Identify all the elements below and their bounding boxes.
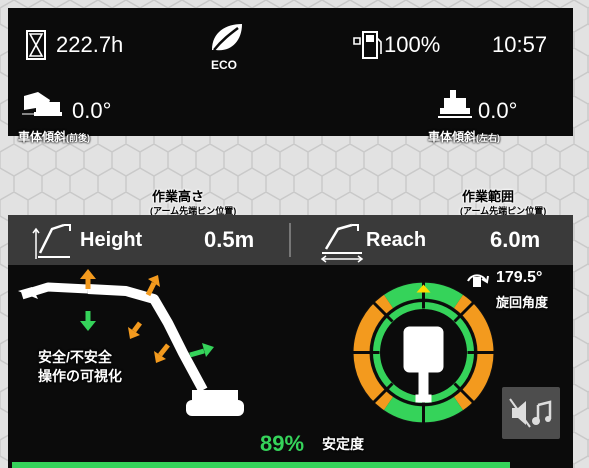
hour-meter: 222.7h xyxy=(56,32,124,57)
stability-gauge xyxy=(351,280,496,425)
work-panel: Height 0.5m Reach 6.0m 179.5° 89% xyxy=(8,215,573,468)
stability-percent: 89% xyxy=(260,431,305,456)
stability-caption: 安定度 xyxy=(322,436,364,452)
reach-label: Reach xyxy=(366,229,427,251)
height-label: Height xyxy=(80,229,143,251)
eco-leaf-icon xyxy=(212,24,242,51)
status-panel: 222.7h ECO 100% 10:57 0.0° 0.0° xyxy=(8,8,573,136)
down-arrow-icon xyxy=(80,311,96,331)
roll-caption-main: 車体傾斜 xyxy=(428,130,477,144)
safety-viz-caption-2: 操作の可視化 xyxy=(38,368,122,384)
right-arrow-icon xyxy=(189,343,214,358)
mute-sound-button[interactable] xyxy=(502,387,560,439)
height-icon xyxy=(32,223,71,259)
reach-icon xyxy=(320,223,364,263)
pitch-value: 0.0° xyxy=(72,98,112,123)
clock: 10:57 xyxy=(492,32,548,57)
roll-caption: 車体傾斜(左右) xyxy=(428,128,500,145)
measure-divider xyxy=(289,223,291,257)
machine-roll-icon xyxy=(438,90,472,118)
stability-bar xyxy=(12,462,510,468)
up-right-arrow-icon xyxy=(145,275,160,297)
down-left-arrow-icon xyxy=(128,321,142,339)
pitch-caption-main: 車体傾斜 xyxy=(18,130,67,144)
rotation-caption: 旋回角度 xyxy=(496,295,549,310)
height-caption-title: 作業高さ xyxy=(152,189,205,204)
height-value: 0.5m xyxy=(204,227,255,252)
hourglass-icon xyxy=(26,30,46,60)
speaker-muted-icon xyxy=(509,398,552,428)
machine-pitch-icon xyxy=(22,92,62,116)
pitch-caption: 車体傾斜(前後) xyxy=(18,128,90,145)
reach-caption-title: 作業範囲 xyxy=(462,189,515,204)
safety-viz-caption-1: 安全/不安全 xyxy=(38,349,112,365)
eco-label: ECO xyxy=(211,58,238,72)
fuel-icon xyxy=(353,31,382,59)
roll-caption-sub: (左右) xyxy=(476,133,501,143)
roll-value: 0.0° xyxy=(478,98,518,123)
down-left-arrow-2-icon xyxy=(154,343,170,363)
pitch-caption-sub: (前後) xyxy=(66,133,91,143)
crawler-base xyxy=(186,400,244,416)
rotation-angle: 179.5° xyxy=(496,269,543,286)
fuel-level: 100% xyxy=(384,32,441,57)
reach-value: 6.0m xyxy=(490,227,541,252)
